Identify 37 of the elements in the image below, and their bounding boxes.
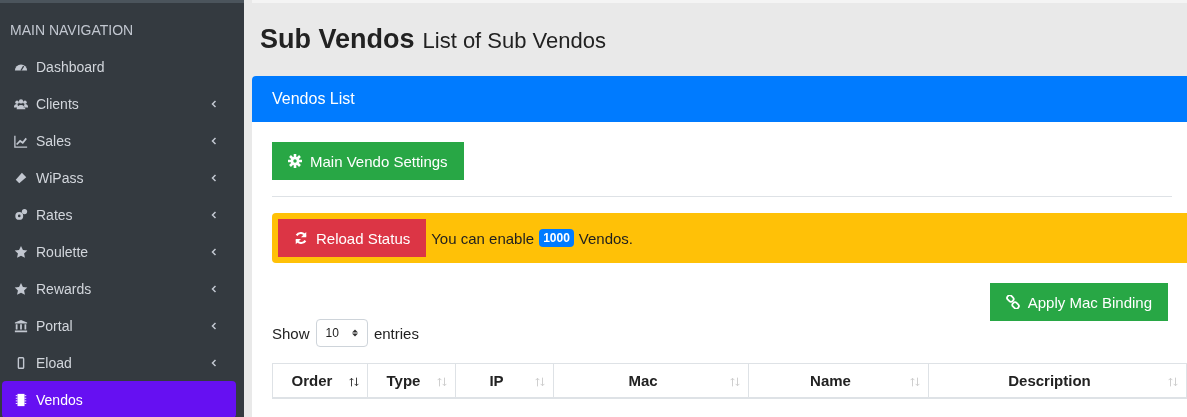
column-header[interactable]: Order: [272, 363, 368, 398]
alert-text: Vendos.: [578, 229, 634, 247]
column-header[interactable]: Mac: [553, 363, 749, 398]
column-header[interactable]: IP: [455, 363, 554, 398]
show-label: Show: [272, 324, 310, 342]
sidebar-item[interactable]: Vendos: [2, 381, 236, 417]
alert-text: You can enable: [431, 229, 535, 247]
page-title: Sub Vendos: [260, 24, 415, 54]
star-icon: [14, 244, 28, 259]
gear-icon: [288, 154, 302, 168]
sidebar-item[interactable]: Sales: [2, 122, 236, 159]
page-subtitle: List of Sub Vendos: [422, 28, 606, 53]
star-icon: [14, 281, 28, 296]
sidebar-item[interactable]: WiPass: [2, 159, 236, 196]
column-header[interactable]: Type: [367, 363, 456, 398]
users-icon: [14, 96, 28, 111]
column-header[interactable]: Name: [748, 363, 929, 398]
sort-icon: [350, 328, 359, 338]
card-header: Vendos List: [252, 76, 1187, 122]
line-chart-icon: [14, 133, 28, 148]
sidebar-item[interactable]: Dashboard: [2, 48, 236, 85]
sidebar-item[interactable]: Clients: [2, 85, 236, 122]
chip-icon: [14, 392, 28, 407]
link-icon: [1005, 295, 1020, 309]
sidebar-item[interactable]: Portal: [2, 307, 236, 344]
sidebar-item[interactable]: Roulette: [2, 233, 236, 270]
sidebar-item[interactable]: Rates: [2, 196, 236, 233]
sidebar-item[interactable]: Eload: [2, 344, 236, 381]
column-header[interactable]: Description: [928, 363, 1187, 398]
sidebar-item[interactable]: Rewards: [2, 270, 236, 307]
section-heading: MAIN NAVIGATION: [9, 21, 135, 40]
reload-button[interactable]: Reload Status: [278, 219, 427, 257]
refresh-icon: [294, 231, 308, 245]
bank-icon: [14, 318, 28, 333]
page-size-select[interactable]: 10: [315, 319, 368, 347]
entries-label: entries: [373, 324, 419, 342]
count-badge: 1000: [539, 229, 574, 247]
